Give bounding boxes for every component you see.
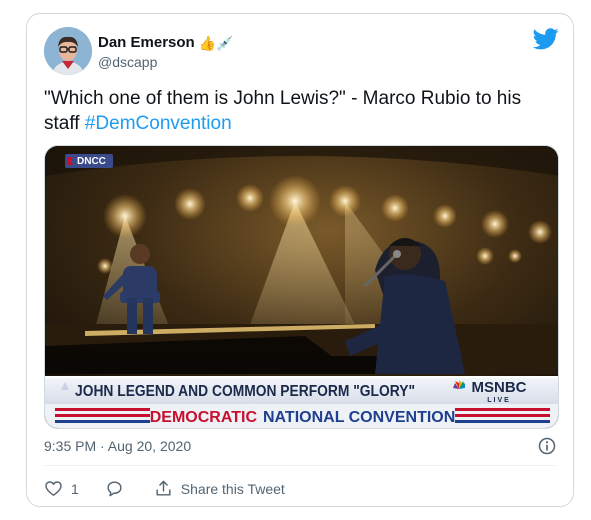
share-label: Share this Tweet: [180, 480, 285, 497]
display-name[interactable]: Dan Emerson: [98, 34, 195, 51]
chyron-headline: JOHN LEGEND AND COMMON PERFORM "GLORY": [75, 383, 415, 400]
user-handle[interactable]: @dscapp: [98, 54, 157, 70]
banner-democratic: DEMOCRATIC: [150, 409, 258, 426]
heart-icon: [45, 481, 62, 496]
share-button[interactable]: Share this Tweet: [154, 479, 285, 498]
name-emoji: 👍💉: [198, 34, 234, 51]
network-logo-text: MSNBC: [472, 379, 527, 396]
dncc-badge: DNCC: [65, 154, 113, 168]
tweet-media[interactable]: DNCC JOHN LEGEND AND COMMON PERFORM "GLO…: [44, 145, 559, 429]
reply-bubble-icon: [107, 481, 122, 497]
tweet-timestamp[interactable]: 9:35 PM · Aug 20, 2020: [44, 438, 191, 454]
avatar[interactable]: [44, 27, 92, 75]
tweet-actions: 1 Share this Tweet: [44, 479, 285, 498]
twitter-bird-icon[interactable]: [533, 28, 559, 50]
avatar-image: [44, 27, 92, 75]
tweet-text: "Which one of them is John Lewis?" - Mar…: [44, 86, 554, 136]
like-button[interactable]: 1: [44, 479, 79, 498]
live-label: LIVE: [487, 397, 511, 404]
like-count: 1: [71, 480, 79, 497]
tweet-card[interactable]: Dan Emerson 👍💉 @dscapp "Which one of the…: [26, 13, 574, 507]
hashtag-link[interactable]: #DemConvention: [85, 113, 232, 134]
share-icon: [156, 480, 171, 496]
info-icon[interactable]: [537, 436, 557, 456]
media-image: DNCC JOHN LEGEND AND COMMON PERFORM "GLO…: [45, 146, 558, 428]
divider: [44, 465, 556, 466]
reply-button[interactable]: [105, 479, 124, 498]
banner-national-convention: NATIONAL CONVENTION: [263, 409, 455, 426]
dncc-badge-label: DNCC: [77, 156, 106, 167]
